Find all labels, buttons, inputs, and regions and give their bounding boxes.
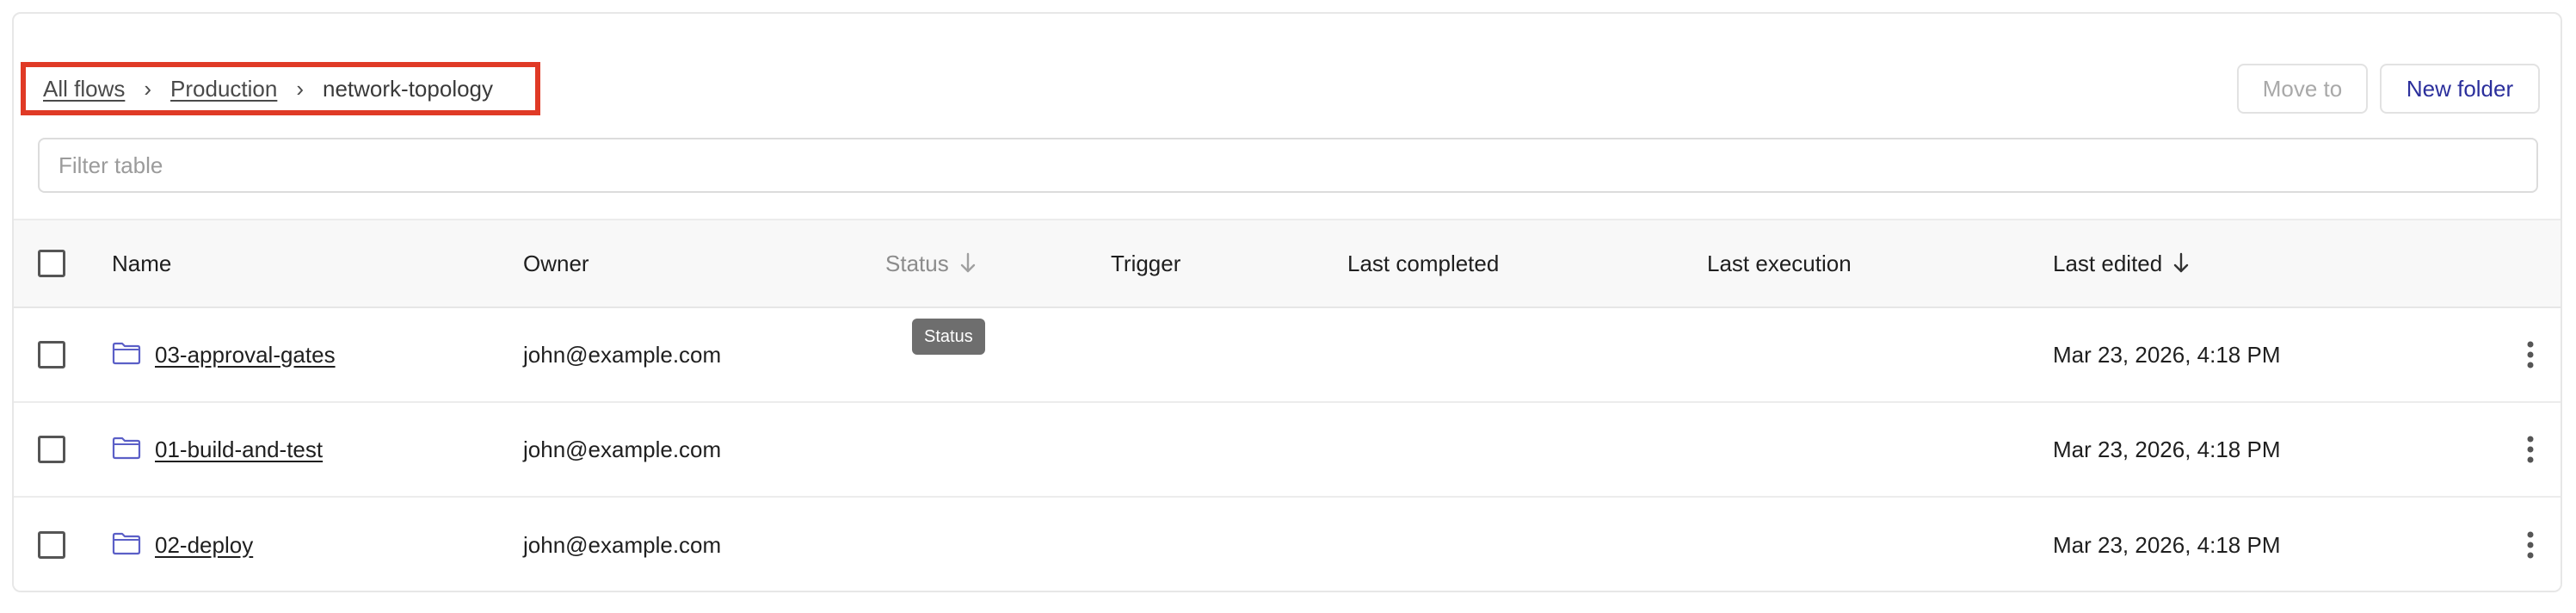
breadcrumb-link-production[interactable]: Production [170,76,277,102]
row-name-link[interactable]: 03-approval-gates [155,342,336,368]
row-name-cell: 01-build-and-test [112,403,323,496]
folder-icon [112,437,141,460]
column-header-last-edited-label: Last edited [2053,250,2163,276]
row-last-edited: Mar 23, 2026, 4:18 PM [2053,531,2281,558]
row-checkbox[interactable] [38,341,65,368]
column-header-owner-label: Owner [523,250,589,276]
breadcrumb: All flows › Production › network-topolog… [21,62,540,115]
header-actions: Move to New folder [2237,64,2540,114]
column-header-last-edited[interactable]: Last edited [2053,220,2190,306]
table-row[interactable]: 02-deploy john@example.com Mar 23, 2026,… [14,498,2561,591]
column-header-status[interactable]: Status [885,220,977,306]
column-header-owner[interactable]: Owner [523,220,589,306]
breadcrumb-separator: › [296,75,305,102]
kebab-menu-icon[interactable] [2524,434,2536,465]
row-owner: john@example.com [523,436,722,462]
table-row[interactable]: 01-build-and-test john@example.com Mar 2… [14,403,2561,498]
column-header-name-label: Name [112,250,172,276]
breadcrumb-link-all-flows[interactable]: All flows [43,76,125,102]
column-header-trigger-label: Trigger [1111,250,1181,276]
row-menu-cell [2524,403,2536,496]
kebab-menu-icon[interactable] [2524,339,2536,370]
column-header-last-execution[interactable]: Last execution [1707,220,1852,306]
row-name-link[interactable]: 02-deploy [155,532,253,559]
row-menu-cell [2524,498,2536,591]
row-last-edited: Mar 23, 2026, 4:18 PM [2053,436,2281,462]
column-header-trigger[interactable]: Trigger [1111,220,1180,306]
table-header: Name Owner Status Trigger Last completed… [14,219,2561,308]
row-last-edited: Mar 23, 2026, 4:18 PM [2053,341,2281,368]
breadcrumb-current: network-topology [323,75,494,102]
folder-icon [112,532,141,555]
folder-icon [112,342,141,365]
row-select-cell [38,498,65,591]
kebab-menu-icon[interactable] [2524,529,2536,560]
row-owner: john@example.com [523,341,722,368]
select-all-cell [38,220,65,306]
column-header-last-completed-label: Last completed [1347,250,1500,276]
row-name-cell: 02-deploy [112,498,253,591]
arrow-down-icon [2174,252,2189,273]
flows-panel: All flows › Production › network-topolog… [12,12,2562,592]
filter-table-input[interactable] [38,138,2538,193]
row-name-link[interactable]: 01-build-and-test [155,437,323,463]
row-name-cell: 03-approval-gates [112,308,336,401]
column-header-status-label: Status [885,250,949,276]
row-checkbox[interactable] [38,531,65,559]
row-owner: john@example.com [523,531,722,558]
new-folder-button[interactable]: New folder [2380,64,2540,114]
status-tooltip: Status [912,319,985,355]
arrow-down-icon [960,252,975,273]
column-header-name[interactable]: Name [112,220,171,306]
select-all-checkbox[interactable] [38,250,65,277]
row-select-cell [38,308,65,401]
row-menu-cell [2524,308,2536,401]
breadcrumb-separator: › [144,75,152,102]
column-header-last-completed[interactable]: Last completed [1347,220,1499,306]
table-row[interactable]: 03-approval-gates john@example.com Mar 2… [14,308,2561,403]
row-checkbox[interactable] [38,436,65,463]
column-header-last-execution-label: Last execution [1707,250,1852,276]
move-to-button[interactable]: Move to [2237,64,2368,114]
row-select-cell [38,403,65,496]
